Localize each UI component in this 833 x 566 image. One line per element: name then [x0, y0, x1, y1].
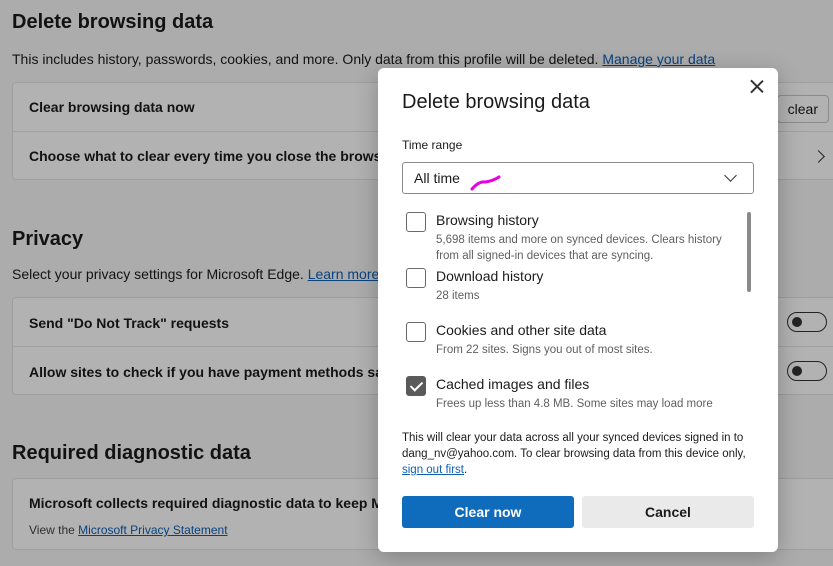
item-label: Browsing history	[436, 212, 539, 228]
item-description: Frees up less than 4.8 MB. Some sites ma…	[436, 398, 713, 410]
close-icon[interactable]	[748, 78, 766, 96]
item-label: Download history	[436, 268, 544, 284]
item-description: 28 items	[436, 290, 480, 302]
notice-end: .	[464, 464, 468, 476]
sync-notice: This will clear your data across all you…	[402, 430, 758, 478]
item-description: 5,698 items and more on synced devices. …	[436, 234, 722, 262]
clear-now-button[interactable]: Clear now	[402, 496, 574, 528]
cancel-button[interactable]: Cancel	[582, 496, 754, 528]
cached-images-checkbox[interactable]	[406, 376, 426, 396]
chevron-down-icon	[724, 169, 737, 182]
time-range-value: All time	[414, 170, 460, 186]
time-range-select[interactable]: All time	[402, 162, 754, 194]
delete-browsing-data-dialog: Delete browsing data Time range All time…	[378, 68, 778, 552]
item-label: Cached images and files	[436, 376, 590, 392]
browsing-history-checkbox[interactable]	[406, 212, 426, 232]
notice-text: This will clear your data across all you…	[402, 432, 746, 460]
data-type-list: Browsing history 5,698 items and more on…	[402, 208, 754, 418]
time-range-label: Time range	[402, 138, 463, 152]
item-label: Cookies and other site data	[436, 322, 607, 338]
download-history-checkbox[interactable]	[406, 268, 426, 288]
list-scrollbar[interactable]	[747, 212, 751, 292]
cookies-checkbox[interactable]	[406, 322, 426, 342]
annotation-mark	[470, 175, 501, 191]
sign-out-first-link[interactable]: sign out first	[402, 464, 464, 476]
item-description: From 22 sites. Signs you out of most sit…	[436, 344, 653, 356]
dialog-title: Delete browsing data	[402, 91, 590, 113]
